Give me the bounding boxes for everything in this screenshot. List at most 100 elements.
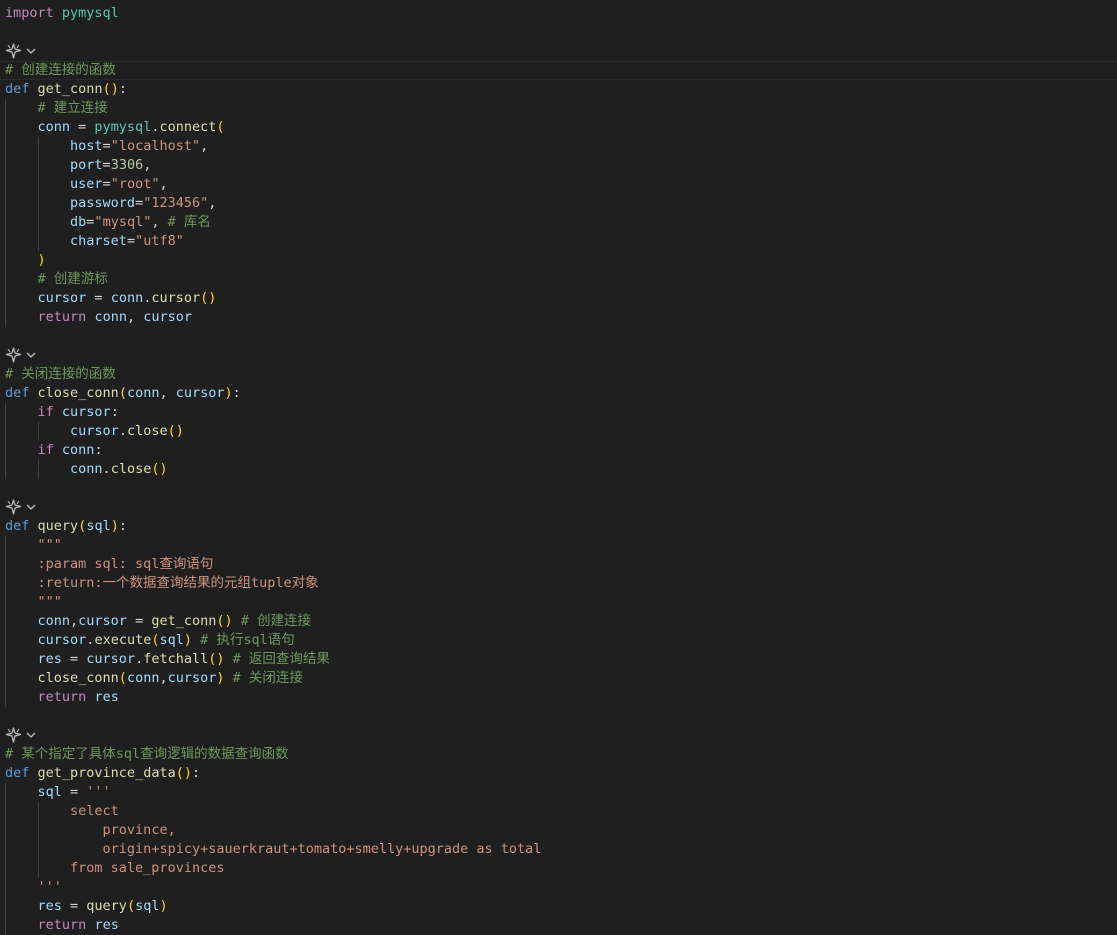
code-line[interactable]: :return:一个数据查询结果的元组tuple对象 [0, 574, 1117, 593]
code-line[interactable]: """ [0, 593, 1117, 612]
code-line[interactable]: port=3306, [0, 156, 1117, 175]
code-token: : [94, 442, 103, 458]
code-token: = [61, 784, 87, 800]
code-token: : [118, 518, 127, 534]
code-lens[interactable] [5, 43, 37, 59]
code-line[interactable]: password="123456", [0, 194, 1117, 213]
code-token: close [126, 423, 168, 439]
code-token: query [37, 518, 79, 534]
code-editor[interactable]: import pymysql # 创建连接的函数 def get_conn(): #… [0, 0, 1117, 935]
code-line[interactable]: # 创建连接的函数 [0, 61, 1117, 80]
chevron-down-icon[interactable] [25, 350, 37, 360]
code-token: cursor [70, 423, 119, 439]
code-line[interactable]: # 创建游标 [0, 270, 1117, 289]
code-line[interactable]: db="mysql", # 库名 [0, 213, 1117, 232]
chevron-down-icon[interactable] [25, 730, 37, 740]
code-line[interactable]: close_conn(conn,cursor) # 关闭连接 [0, 669, 1117, 688]
code-lens[interactable] [5, 499, 37, 515]
code-line[interactable]: province, [0, 821, 1117, 840]
code-line[interactable]: host="localhost", [0, 137, 1117, 156]
code-line[interactable]: def query(sql): [0, 517, 1117, 536]
code-line[interactable]: def get_province_data(): [0, 764, 1117, 783]
code-line[interactable]: if cursor: [0, 403, 1117, 422]
code-line[interactable]: :param sql: sql查询语句 [0, 555, 1117, 574]
indent-guide [37, 137, 39, 251]
code-token: province, [102, 822, 176, 838]
code-token: "localhost" [110, 138, 201, 154]
indent-guide [5, 783, 6, 935]
code-line[interactable]: if conn: [0, 441, 1117, 460]
code-line[interactable]: """ [0, 536, 1117, 555]
code-line[interactable]: cursor.close() [0, 422, 1117, 441]
code-line[interactable] [0, 23, 1117, 42]
code-line[interactable] [0, 707, 1117, 726]
code-token: , [159, 385, 176, 401]
code-line[interactable]: select [0, 802, 1117, 821]
code-token: sql [86, 518, 111, 534]
code-line[interactable] [0, 327, 1117, 346]
code-line[interactable]: conn,cursor = get_conn() # 创建连接 [0, 612, 1117, 631]
code-line[interactable]: user="root", [0, 175, 1117, 194]
code-line[interactable]: res = cursor.fetchall() # 返回查询结果 [0, 650, 1117, 669]
code-line[interactable] [0, 479, 1117, 498]
code-line[interactable]: conn = pymysql.connect( [0, 118, 1117, 137]
code-token: pymysql [94, 119, 152, 135]
code-token: conn [94, 309, 127, 325]
code-lens[interactable] [5, 347, 37, 363]
code-token: ( [118, 385, 127, 401]
code-token: def [5, 518, 30, 534]
code-token: close [110, 461, 152, 477]
code-line[interactable]: def get_conn(): [0, 80, 1117, 99]
code-token: conn [110, 290, 144, 306]
code-line[interactable]: cursor.execute(sql) # 执行sql语句 [0, 631, 1117, 650]
code-line[interactable]: return res [0, 916, 1117, 935]
code-line[interactable]: return res [0, 688, 1117, 707]
code-token: : [110, 404, 119, 420]
code-line[interactable]: sql = ''' [0, 783, 1117, 802]
ai-sparkle-icon[interactable] [5, 43, 22, 59]
code-token: , [70, 613, 79, 629]
code-line[interactable]: # 关闭连接的函数 [0, 365, 1117, 384]
chevron-down-icon[interactable] [25, 502, 37, 512]
code-line[interactable]: import pymysql [0, 4, 1117, 23]
code-line[interactable]: ''' [0, 878, 1117, 897]
indent-guide [37, 460, 39, 479]
code-token: , [208, 195, 217, 211]
code-comment: # 建立连接 [37, 100, 108, 116]
code-line[interactable]: ) [0, 251, 1117, 270]
code-line[interactable]: res = query(sql) [0, 897, 1117, 916]
code-token: origin+spicy+sauerkraut+tomato+smelly+up… [102, 841, 542, 857]
code-line[interactable]: conn.close() [0, 460, 1117, 479]
ai-sparkle-icon[interactable] [5, 727, 22, 743]
chevron-down-icon[interactable] [25, 46, 37, 56]
ai-sparkle-icon[interactable] [5, 347, 22, 363]
code-line[interactable]: return conn, cursor [0, 308, 1117, 327]
code-token: : [191, 765, 201, 781]
code-line[interactable]: # 建立连接 [0, 99, 1117, 118]
code-lens[interactable] [5, 727, 37, 743]
code-token: get_province_data [37, 765, 176, 781]
code-line[interactable]: origin+spicy+sauerkraut+tomato+smelly+up… [0, 840, 1117, 859]
code-token: ) [183, 632, 193, 648]
code-token: cursor [78, 613, 127, 629]
indent-guide [5, 403, 6, 479]
code-line[interactable]: # 某个指定了具体sql查询逻辑的数据查询函数 [0, 745, 1117, 764]
code-line[interactable]: charset="utf8" [0, 232, 1117, 251]
code-token: () [216, 613, 233, 629]
code-line[interactable]: from sale_provinces [0, 859, 1117, 878]
code-line[interactable]: cursor = conn.cursor() [0, 289, 1117, 308]
ai-sparkle-icon[interactable] [5, 499, 22, 515]
code-line[interactable]: def close_conn(conn, cursor): [0, 384, 1117, 403]
code-token: res [94, 917, 119, 933]
